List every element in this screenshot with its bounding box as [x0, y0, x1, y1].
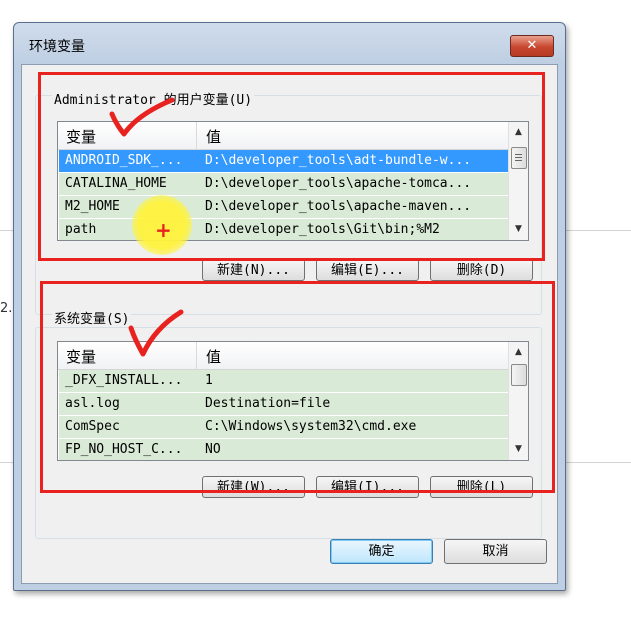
page-rule-left-bottom	[0, 462, 13, 463]
ok-button[interactable]: 确定	[330, 539, 433, 564]
system-variables-highlight-box	[40, 281, 555, 493]
page-rule-right-bottom	[566, 462, 631, 463]
cancel-button[interactable]: 取消	[444, 539, 547, 564]
page-number-fragment: 2.	[0, 301, 13, 316]
user-edit-button[interactable]: 编辑(E)...	[316, 259, 419, 281]
page-rule-right-top	[566, 230, 631, 231]
check-mark-icon	[128, 309, 184, 357]
user-new-button[interactable]: 新建(N)...	[202, 259, 305, 281]
dialog-title: 环境变量	[29, 39, 85, 55]
page-rule-top	[0, 230, 13, 231]
user-delete-button[interactable]: 删除(D)	[430, 259, 533, 281]
check-mark-icon	[109, 97, 175, 137]
close-button[interactable]: ✕	[510, 35, 554, 57]
plus-icon: +	[155, 218, 172, 242]
